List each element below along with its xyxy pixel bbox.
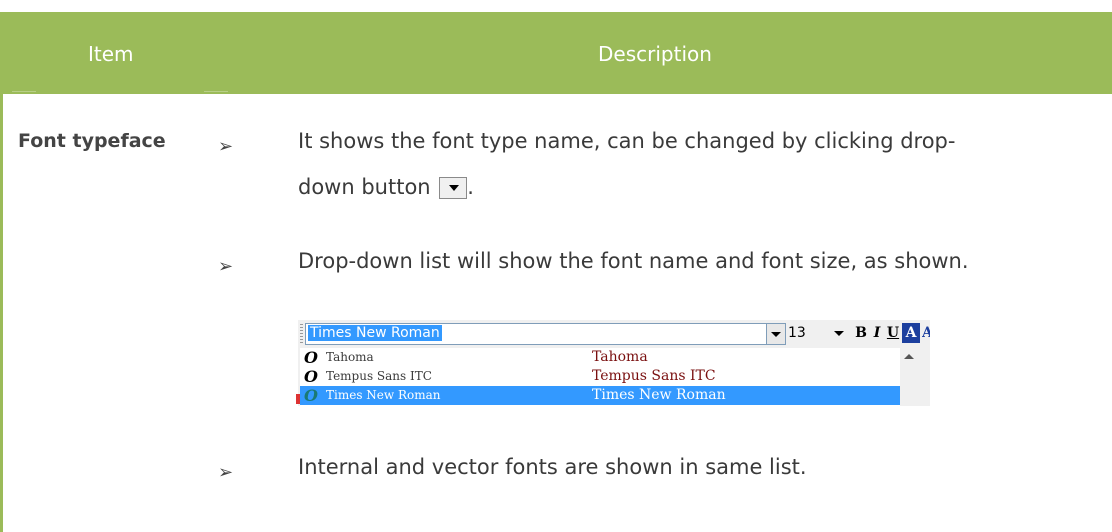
bullet-text: Internal and vector fonts are shown in s… bbox=[298, 455, 807, 479]
underline-button[interactable]: U bbox=[886, 323, 900, 343]
font-color-button[interactable]: A bbox=[902, 323, 920, 343]
column-header-description: Description bbox=[598, 42, 712, 66]
font-size-grow-button[interactable]: A bbox=[922, 323, 930, 343]
font-name-value: Times New Roman bbox=[308, 325, 442, 341]
bullet-arrow-icon: ➢ bbox=[218, 136, 234, 157]
table-header: Item Description bbox=[0, 12, 1112, 94]
font-list-item-preview: Tahoma bbox=[592, 349, 648, 365]
scroll-up-arrow-icon[interactable] bbox=[904, 354, 914, 359]
font-name-combobox[interactable]: Times New Roman bbox=[305, 323, 769, 345]
decorative-mark bbox=[296, 394, 300, 404]
font-list-item-preview: Tempus Sans ITC bbox=[592, 368, 716, 384]
bold-button[interactable]: B bbox=[854, 323, 868, 343]
bullet-text: Drop-down list will show the font name a… bbox=[298, 249, 969, 273]
dropdown-button-icon bbox=[439, 177, 468, 199]
bullet-text: It shows the font type name, can be chan… bbox=[298, 118, 955, 210]
font-list-item-name: Times New Roman bbox=[326, 388, 441, 402]
font-list-item[interactable]: O Tempus Sans ITC Tempus Sans ITC bbox=[300, 367, 900, 386]
toolbar-grip-icon bbox=[300, 324, 303, 344]
bullet-text-line2: down button bbox=[298, 175, 431, 199]
font-list-item[interactable]: O Tahoma Tahoma bbox=[300, 348, 900, 367]
table-left-border bbox=[0, 94, 3, 532]
font-list-item-selected[interactable]: O Times New Roman Times New Roman bbox=[300, 386, 900, 405]
row-term: Font typeface bbox=[18, 130, 166, 152]
header-rule bbox=[12, 91, 36, 92]
header-rule bbox=[204, 91, 228, 92]
font-size-dropdown-arrow-icon[interactable] bbox=[830, 323, 848, 343]
opentype-o-icon: O bbox=[304, 386, 318, 405]
column-header-item: Item bbox=[88, 42, 134, 66]
font-list-scrollbar[interactable] bbox=[900, 348, 918, 406]
italic-button[interactable]: I bbox=[870, 323, 884, 343]
font-list[interactable]: O Tahoma Tahoma O Tempus Sans ITC Tempus… bbox=[300, 348, 900, 406]
font-dropdown-arrow-icon[interactable] bbox=[766, 323, 786, 345]
font-list-item-preview: Times New Roman bbox=[592, 387, 726, 403]
opentype-o-icon: O bbox=[304, 348, 318, 367]
bullet-arrow-icon: ➢ bbox=[218, 462, 234, 483]
font-list-item-name: Tahoma bbox=[326, 350, 374, 364]
font-size-value: 13 bbox=[788, 325, 806, 341]
font-list-item-name: Tempus Sans ITC bbox=[326, 369, 432, 383]
bullet-text-line1: It shows the font type name, can be chan… bbox=[298, 129, 956, 153]
bullet-arrow-icon: ➢ bbox=[218, 256, 234, 277]
bullet-text-period: . bbox=[467, 175, 474, 199]
font-dropdown-screenshot: Times New Roman 13 B I U A A O Tahoma Ta… bbox=[296, 320, 930, 406]
font-size-combobox[interactable]: 13 bbox=[786, 323, 848, 343]
opentype-o-icon: O bbox=[304, 367, 318, 386]
